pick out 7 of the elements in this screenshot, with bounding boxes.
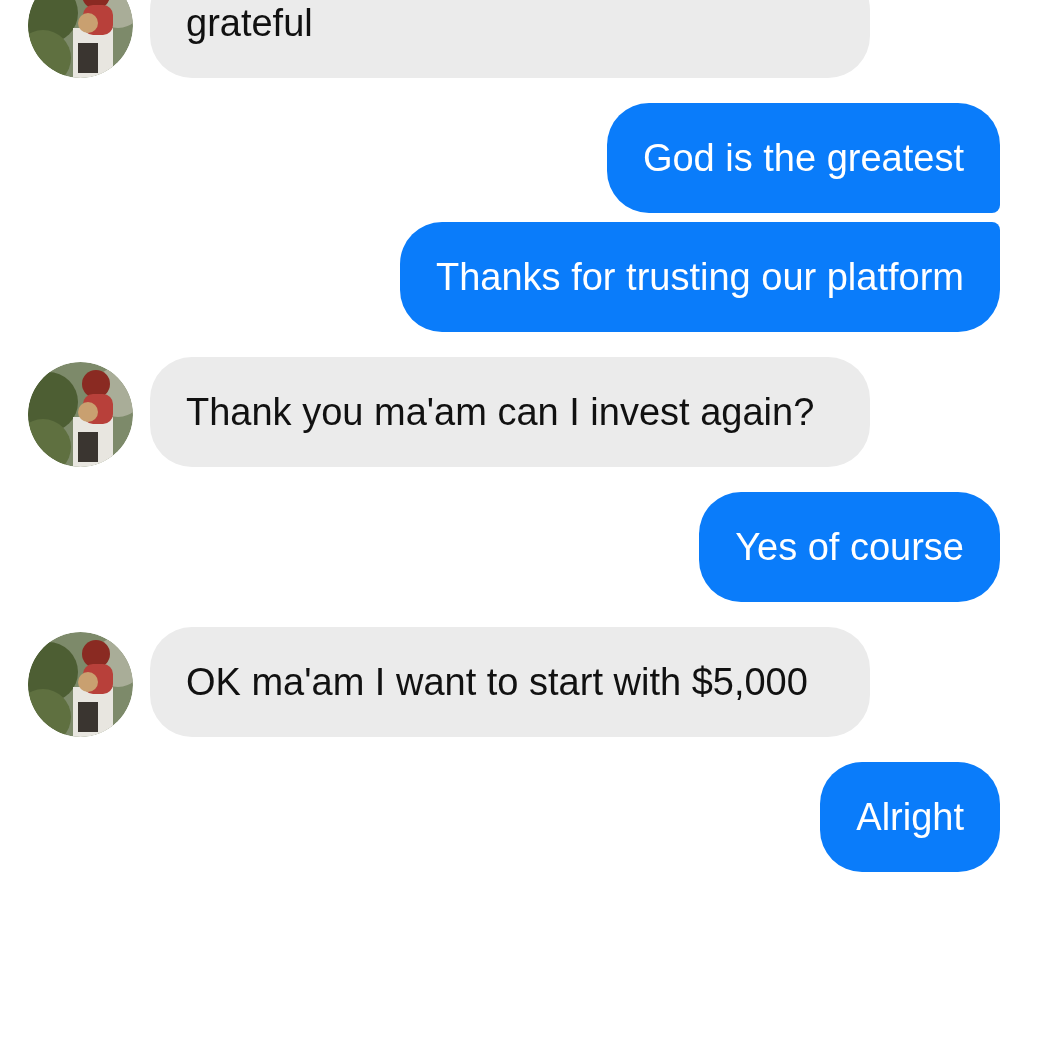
- sent-message-bubble: God is the greatest: [606, 103, 1000, 213]
- received-message-bubble: Thank you ma'am can I invest again?: [150, 357, 870, 467]
- sent-message-bubble: Yes of course: [699, 492, 1000, 602]
- sent-message-bubble: Thanks for trusting our platform: [400, 222, 1000, 332]
- received-message-bubble: OK ma'am I want to start with $5,000: [150, 627, 870, 737]
- received-message-bubble: grateful: [150, 0, 870, 78]
- sent-message-bubble: Alright: [820, 762, 1000, 872]
